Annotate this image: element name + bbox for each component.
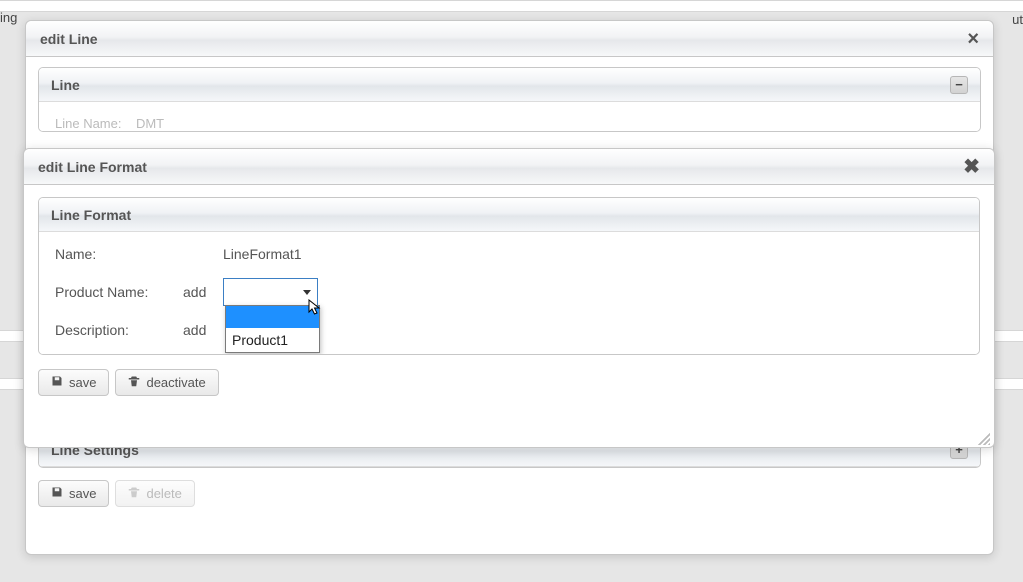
- description-add-link[interactable]: add: [183, 322, 223, 338]
- bg-truncated-left: ing: [0, 10, 17, 25]
- line-panel-header[interactable]: Line −: [39, 68, 980, 102]
- edit-line-button-row: save delete: [38, 480, 981, 507]
- line-format-panel-body: Name: LineFormat1 Product Name: add Prod…: [39, 232, 979, 354]
- description-label: Description:: [55, 322, 183, 338]
- edit-line-format-header[interactable]: edit Line Format ✖: [24, 149, 994, 185]
- collapse-icon[interactable]: −: [950, 76, 968, 94]
- name-label: Name:: [55, 246, 183, 262]
- line-format-form: Name: LineFormat1 Product Name: add Prod…: [55, 246, 963, 338]
- line-panel-title: Line: [51, 77, 80, 93]
- trash-icon: [128, 486, 140, 501]
- trash-icon: [128, 375, 140, 390]
- product-select-wrap: Product1: [223, 278, 963, 306]
- line-name-label: Line Name:: [55, 116, 121, 131]
- edit-line-title: edit Line: [40, 31, 98, 47]
- disk-icon: [51, 486, 63, 501]
- line-panel-body: Line Name: DMT: [39, 102, 980, 131]
- resize-handle[interactable]: [978, 433, 990, 445]
- disk-icon: [51, 375, 63, 390]
- edit-line-format-title: edit Line Format: [38, 159, 147, 175]
- edit-line-header[interactable]: edit Line ×: [26, 21, 993, 57]
- delete-button-label: delete: [146, 486, 181, 501]
- close-icon[interactable]: ✖: [963, 157, 980, 177]
- deactivate-button[interactable]: deactivate: [115, 369, 218, 396]
- line-name-value: DMT: [136, 116, 164, 131]
- product-add-link[interactable]: add: [183, 284, 223, 300]
- delete-button: delete: [115, 480, 194, 507]
- save-button[interactable]: save: [38, 369, 109, 396]
- bg-row: [0, 0, 1023, 12]
- save-button[interactable]: save: [38, 480, 109, 507]
- bg-truncated-right: ut: [1012, 12, 1023, 27]
- edit-line-format-button-row: save deactivate: [38, 369, 980, 396]
- save-button-label: save: [69, 375, 96, 390]
- product-dropdown: Product1: [225, 305, 320, 353]
- save-button-label: save: [69, 486, 96, 501]
- name-value: LineFormat1: [223, 246, 963, 262]
- line-format-panel-title: Line Format: [51, 207, 131, 223]
- product-option-1[interactable]: Product1: [226, 328, 319, 352]
- product-name-label: Product Name:: [55, 284, 183, 300]
- deactivate-button-label: deactivate: [146, 375, 205, 390]
- line-format-panel: Line Format Name: LineFormat1 Product Na…: [38, 197, 980, 355]
- edit-line-format-dialog: edit Line Format ✖ Line Format Name: Lin…: [23, 148, 995, 448]
- chevron-down-icon: [303, 290, 311, 295]
- line-panel: Line − Line Name: DMT: [38, 67, 981, 132]
- close-icon[interactable]: ×: [967, 29, 979, 49]
- product-option-blank[interactable]: [226, 306, 319, 328]
- line-format-panel-header[interactable]: Line Format: [39, 198, 979, 232]
- product-select[interactable]: [223, 278, 318, 306]
